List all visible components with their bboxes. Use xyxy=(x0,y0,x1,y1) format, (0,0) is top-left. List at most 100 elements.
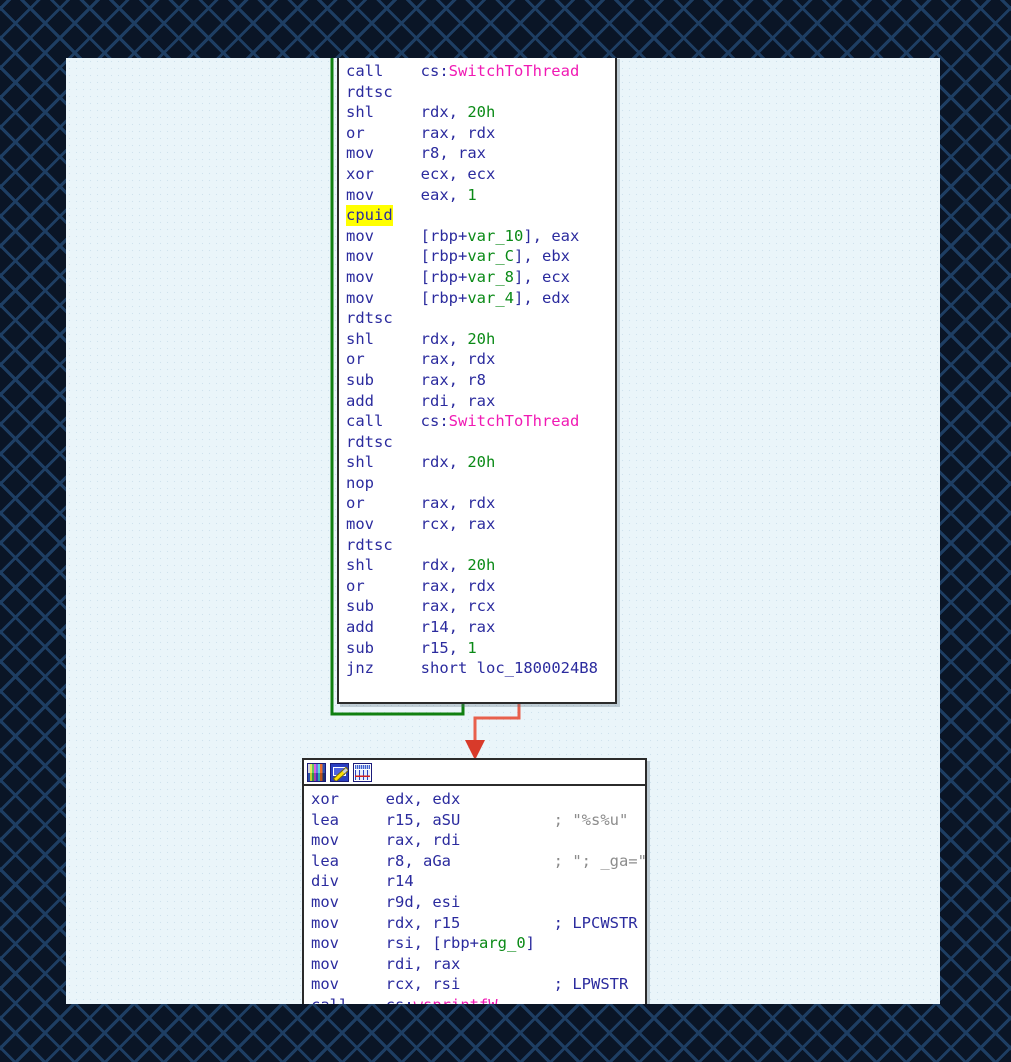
ida-graph-panel[interactable]: call cs:SwitchToThread rdtsc shl rdx, 20h o… xyxy=(66,58,940,1004)
instruction-operand[interactable]: [rbp+ xyxy=(421,289,468,307)
disassembly-line[interactable]: nop xyxy=(346,473,615,494)
instruction-mnemonic[interactable]: sub xyxy=(346,370,374,391)
disassembly-line[interactable]: add r14, rax xyxy=(346,617,615,638)
instruction-mnemonic[interactable]: rdtsc xyxy=(346,535,393,556)
disassembly-line[interactable]: mov [rbp+var_4], edx xyxy=(346,288,615,309)
instruction-operand[interactable]: r15, xyxy=(421,639,468,657)
instruction-mnemonic[interactable]: rdtsc xyxy=(346,308,393,329)
disassembly-line[interactable]: call cs:wsprintfW xyxy=(311,995,645,1004)
instruction-operand[interactable]: rdx, xyxy=(421,453,468,471)
disassembly-line[interactable]: or rax, rdx xyxy=(346,576,615,597)
chart-window-icon[interactable] xyxy=(353,762,372,782)
instruction-operand[interactable]: rax, rdx xyxy=(421,350,496,368)
string-comment[interactable]: ; "; _ga=" xyxy=(554,852,647,870)
disassembly-line[interactable]: or rax, rdx xyxy=(346,349,615,370)
instruction-mnemonic[interactable]: mov xyxy=(311,974,339,995)
immediate-value[interactable]: 20h xyxy=(467,330,495,348)
instruction-mnemonic[interactable]: shl xyxy=(346,329,374,350)
instruction-mnemonic[interactable]: shl xyxy=(346,555,374,576)
disassembly-line[interactable]: sub rax, rcx xyxy=(346,596,615,617)
disassembly-line[interactable]: mov r9d, esi xyxy=(311,892,645,913)
disassembly-listing-loop[interactable]: call cs:SwitchToThread rdtsc shl rdx, 20h o… xyxy=(339,58,615,681)
instruction-mnemonic[interactable]: mov xyxy=(311,913,339,934)
instruction-operand[interactable]: rax, rdx xyxy=(421,494,496,512)
immediate-value[interactable]: 20h xyxy=(467,453,495,471)
instruction-operand[interactable]: rcx, rsi xyxy=(386,975,461,993)
palette-icon[interactable] xyxy=(307,762,326,782)
disassembly-line[interactable]: shl rdx, 20h xyxy=(346,452,615,473)
instruction-operand[interactable]: rdx, r15 xyxy=(386,914,461,932)
instruction-operand[interactable]: short loc_1800024B8 xyxy=(421,659,598,677)
instruction-mnemonic[interactable]: mov xyxy=(311,933,339,954)
disassembly-line[interactable]: mov r8, rax xyxy=(346,143,615,164)
instruction-operand[interactable]: ], eax xyxy=(523,227,579,245)
instruction-operand[interactable]: r8, aGa xyxy=(386,852,451,870)
instruction-mnemonic[interactable]: sub xyxy=(346,638,374,659)
disassembly-line[interactable]: add rdi, rax xyxy=(346,391,615,412)
api-symbol[interactable]: SwitchToThread xyxy=(449,412,580,430)
instruction-operand[interactable]: rax, r8 xyxy=(421,371,486,389)
disassembly-line[interactable]: mov rcx, rax xyxy=(346,514,615,535)
instruction-operand[interactable]: rax, rdi xyxy=(386,831,461,849)
instruction-operand[interactable]: rsi, [rbp+ xyxy=(386,934,479,952)
instruction-operand[interactable]: rax, rcx xyxy=(421,597,496,615)
instruction-mnemonic[interactable]: or xyxy=(346,493,365,514)
disassembly-listing-wsprintf[interactable]: xor edx, edx lea r15, aSU ; "%s%u" mov rax… xyxy=(304,786,647,1004)
disassembly-line[interactable]: rdtsc xyxy=(346,308,615,329)
instruction-mnemonic[interactable]: div xyxy=(311,871,339,892)
instruction-mnemonic[interactable]: xor xyxy=(346,164,374,185)
instruction-mnemonic[interactable]: call xyxy=(346,411,383,432)
instruction-mnemonic[interactable]: shl xyxy=(346,102,374,123)
instruction-mnemonic[interactable]: mov xyxy=(346,514,374,535)
stack-variable[interactable]: var_10 xyxy=(467,227,523,245)
type-comment[interactable]: ; LPCWSTR xyxy=(554,914,638,932)
instruction-operand[interactable]: edx, edx xyxy=(386,790,461,808)
disassembly-line[interactable]: or rax, rdx xyxy=(346,123,615,144)
instruction-mnemonic[interactable]: call xyxy=(346,61,383,82)
type-comment[interactable]: ; LPWSTR xyxy=(554,975,629,993)
disassembly-line[interactable]: shl rdx, 20h xyxy=(346,329,615,350)
instruction-operand[interactable]: ecx, ecx xyxy=(421,165,496,183)
instruction-mnemonic[interactable]: mov xyxy=(346,143,374,164)
disassembly-line[interactable]: mov [rbp+var_8], ecx xyxy=(346,267,615,288)
disassembly-line[interactable]: call cs:SwitchToThread xyxy=(346,61,615,82)
pencil-edit-icon[interactable] xyxy=(330,762,349,782)
disassembly-line[interactable]: shl rdx, 20h xyxy=(346,102,615,123)
instruction-mnemonic[interactable]: nop xyxy=(346,473,374,494)
instruction-operand[interactable]: [rbp+ xyxy=(421,227,468,245)
instruction-mnemonic[interactable]: shl xyxy=(346,452,374,473)
basic-block-loop[interactable]: call cs:SwitchToThread rdtsc shl rdx, 20h o… xyxy=(337,58,617,704)
instruction-operand[interactable]: ], ebx xyxy=(514,247,570,265)
disassembly-line[interactable]: sub rax, r8 xyxy=(346,370,615,391)
disassembly-line[interactable]: mov rsi, [rbp+arg_0] xyxy=(311,933,645,954)
disassembly-line[interactable]: cpuid xyxy=(346,205,615,226)
instruction-operand[interactable]: r8, rax xyxy=(421,144,486,162)
instruction-operand[interactable]: rdx, xyxy=(421,103,468,121)
instruction-mnemonic[interactable]: cpuid xyxy=(346,205,393,226)
disassembly-line[interactable]: lea r8, aGa ; "; _ga=" xyxy=(311,851,647,872)
instruction-mnemonic[interactable]: mov xyxy=(346,246,374,267)
instruction-operand[interactable]: cs: xyxy=(421,412,449,430)
api-symbol[interactable]: SwitchToThread xyxy=(449,62,580,80)
instruction-mnemonic[interactable]: mov xyxy=(346,185,374,206)
api-symbol[interactable]: wsprintfW xyxy=(414,996,498,1004)
disassembly-line[interactable]: sub r15, 1 xyxy=(346,638,615,659)
instruction-mnemonic[interactable]: or xyxy=(346,349,365,370)
instruction-operand[interactable]: r15, aSU xyxy=(386,811,461,829)
instruction-operand[interactable]: r14 xyxy=(386,872,414,890)
disassembly-line[interactable]: mov [rbp+var_C], ebx xyxy=(346,246,615,267)
stack-variable[interactable]: arg_0 xyxy=(479,934,526,952)
instruction-mnemonic[interactable]: rdtsc xyxy=(346,82,393,103)
stack-variable[interactable]: var_C xyxy=(467,247,514,265)
instruction-mnemonic[interactable]: mov xyxy=(346,226,374,247)
instruction-operand[interactable]: [rbp+ xyxy=(421,247,468,265)
instruction-mnemonic[interactable]: rdtsc xyxy=(346,432,393,453)
disassembly-line[interactable]: div r14 xyxy=(311,871,645,892)
instruction-operand[interactable]: ] xyxy=(526,934,535,952)
instruction-operand[interactable]: rax, rdx xyxy=(421,124,496,142)
instruction-operand[interactable]: rdx, xyxy=(421,330,468,348)
disassembly-line[interactable]: call cs:SwitchToThread xyxy=(346,411,615,432)
instruction-mnemonic[interactable]: or xyxy=(346,123,365,144)
instruction-mnemonic[interactable]: xor xyxy=(311,789,339,810)
instruction-operand[interactable]: rax, rdx xyxy=(421,577,496,595)
